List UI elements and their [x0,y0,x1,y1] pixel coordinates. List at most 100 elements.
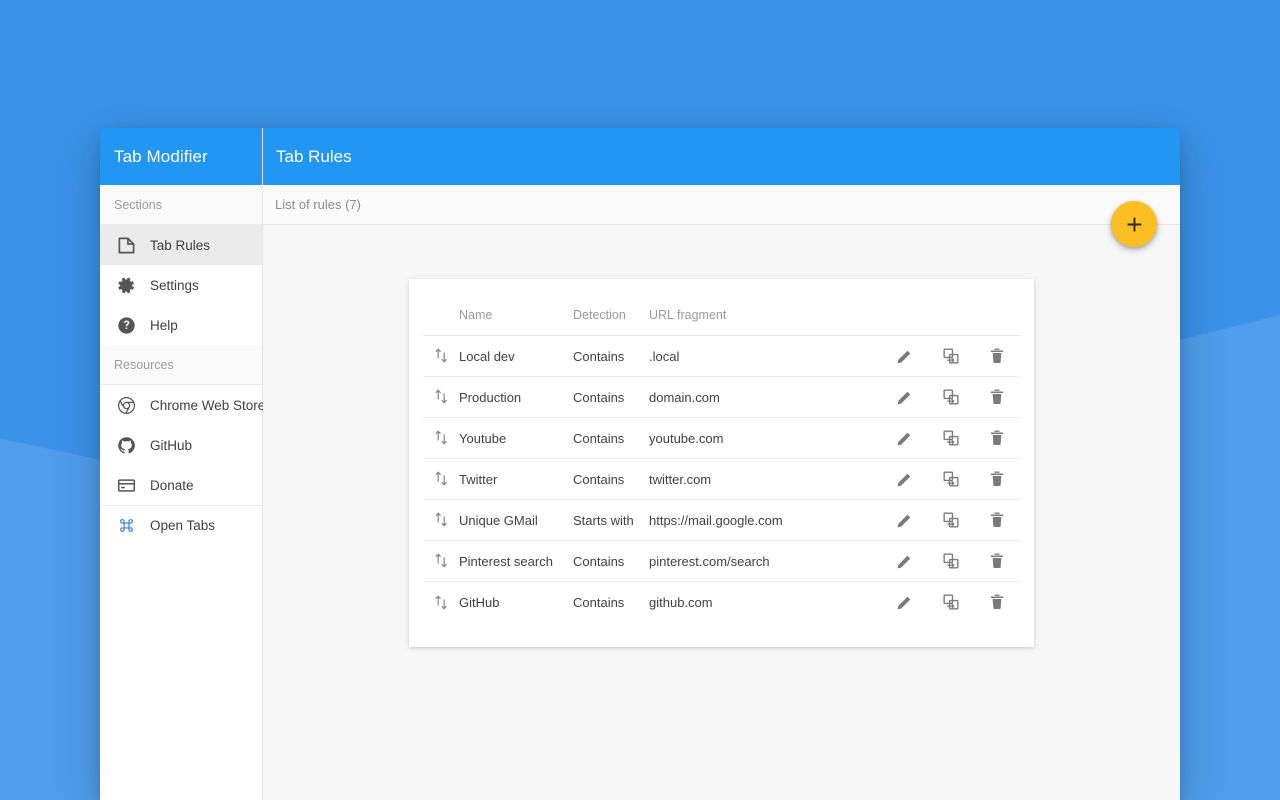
delete-rule-button[interactable] [984,548,1010,574]
edit-rule-button[interactable] [892,384,918,410]
th-detection: Detection [573,279,649,336]
cell-url-fragment: youtube.com [649,418,882,459]
table-header-row: Name Detection URL fragment [423,279,1020,336]
cell-edit [882,500,928,541]
page-icon [114,233,138,257]
app-brand-title: Tab Modifier [100,128,262,185]
sort-handle-icon[interactable] [430,386,452,408]
edit-rule-button[interactable] [892,589,918,615]
table-row: ProductionContainsdomain.com [423,377,1020,418]
sort-handle-icon[interactable] [430,591,452,613]
delete-rule-button[interactable] [984,384,1010,410]
cell-detection: Starts with [573,500,649,541]
cell-name: Local dev [459,336,573,377]
duplicate-rule-button[interactable] [938,466,964,492]
sidebar-item-donate[interactable]: Donate [100,465,262,505]
th-url-fragment: URL fragment [649,279,882,336]
th-delete [974,279,1020,336]
sort-handle-icon[interactable] [430,345,452,367]
cell-url-fragment: .local [649,336,882,377]
table-row: Unique GMailStarts withhttps://mail.goog… [423,500,1020,541]
edit-rule-button[interactable] [892,548,918,574]
th-handle [423,279,459,336]
cell-name: GitHub [459,582,573,623]
row-sort-handle-cell [423,377,459,418]
sidebar: Tab Modifier Sections Tab Rules SettingsHe… [100,128,263,800]
sort-handle-icon[interactable] [430,468,452,490]
sort-handle-icon[interactable] [430,427,452,449]
cell-name: Youtube [459,418,573,459]
th-name: Name [459,279,573,336]
sidebar-group-label-1: Resources [100,345,262,385]
row-sort-handle-cell [423,541,459,582]
main-panel: Tab Rules List of rules (7) [263,128,1180,800]
cell-delete [974,377,1020,418]
sidebar-item-help[interactable]: Help [100,305,262,345]
delete-rule-button[interactable] [984,343,1010,369]
cell-url-fragment: twitter.com [649,459,882,500]
cell-detection: Contains [573,459,649,500]
cell-name: Pinterest search [459,541,573,582]
cell-duplicate [928,459,974,500]
cell-duplicate [928,377,974,418]
rules-table-head: Name Detection URL fragment [423,279,1020,336]
duplicate-rule-button[interactable] [938,343,964,369]
cell-delete [974,459,1020,500]
plus-icon [1125,215,1144,234]
table-row: Pinterest searchContainspinterest.com/se… [423,541,1020,582]
gear-icon [114,273,138,297]
cell-detection: Contains [573,541,649,582]
cell-detection: Contains [573,418,649,459]
duplicate-rule-button[interactable] [938,384,964,410]
delete-rule-button[interactable] [984,507,1010,533]
edit-rule-button[interactable] [892,343,918,369]
sort-handle-icon[interactable] [430,550,452,572]
rules-count-label: List of rules (7) [263,185,1180,225]
sidebar-group-label-0: Sections [100,185,262,225]
row-sort-handle-cell [423,500,459,541]
chrome-icon [114,393,138,417]
cell-url-fragment: pinterest.com/search [649,541,882,582]
table-row: YoutubeContainsyoutube.com [423,418,1020,459]
cell-name: Production [459,377,573,418]
cell-delete [974,541,1020,582]
sidebar-item-label: Tab Rules [150,238,210,253]
duplicate-rule-button[interactable] [938,548,964,574]
cell-delete [974,336,1020,377]
cell-duplicate [928,418,974,459]
sort-handle-icon[interactable] [430,509,452,531]
sidebar-item-tab-rules[interactable]: Tab Rules [100,225,262,265]
duplicate-rule-button[interactable] [938,589,964,615]
delete-rule-button[interactable] [984,425,1010,451]
cell-duplicate [928,336,974,377]
page-title: Tab Rules [263,128,1180,185]
sidebar-item-open-tabs[interactable]: Open Tabs [100,505,262,545]
table-row: Local devContains.local [423,336,1020,377]
edit-rule-button[interactable] [892,466,918,492]
cell-name: Twitter [459,459,573,500]
row-sort-handle-cell [423,459,459,500]
add-rule-fab-button[interactable] [1111,201,1157,247]
credit-card-icon [114,473,138,497]
rules-table: Name Detection URL fragment Local devCon… [423,279,1020,623]
cell-detection: Contains [573,377,649,418]
duplicate-rule-button[interactable] [938,425,964,451]
sidebar-item-chrome-web-store[interactable]: Chrome Web Store [100,385,262,425]
cell-edit [882,541,928,582]
desktop-background: Tab Modifier SectionsTab RulesSettingsHe… [0,0,1280,800]
edit-rule-button[interactable] [892,507,918,533]
row-sort-handle-cell [423,418,459,459]
edit-rule-button[interactable] [892,425,918,451]
delete-rule-button[interactable] [984,589,1010,615]
rules-table-body: Local devContains.localProductionContain… [423,336,1020,623]
sidebar-groups: Sections Tab Rules SettingsHelpResources Ch… [100,185,262,545]
help-circle-icon [114,313,138,337]
duplicate-rule-button[interactable] [938,507,964,533]
delete-rule-button[interactable] [984,466,1010,492]
cell-edit [882,582,928,623]
sidebar-item-settings[interactable]: Settings [100,265,262,305]
th-duplicate [928,279,974,336]
row-sort-handle-cell [423,336,459,377]
sidebar-item-label: Chrome Web Store [150,398,265,413]
sidebar-item-github[interactable]: GitHub [100,425,262,465]
